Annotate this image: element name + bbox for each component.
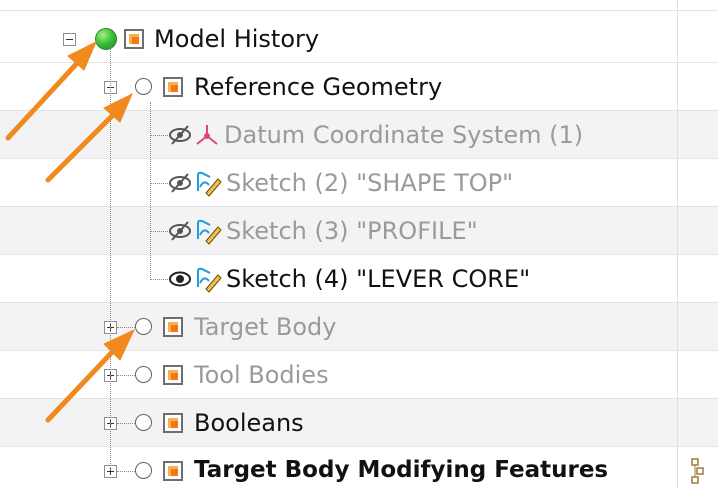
annotation-arrow-icon (5, 57, 83, 141)
model-history-tree: Model History Reference Geometry Datum C… (0, 0, 718, 488)
annotation-arrow-icon (45, 109, 119, 183)
annotation-arrows (5, 40, 136, 423)
annotation-arrow-icon (45, 345, 119, 423)
